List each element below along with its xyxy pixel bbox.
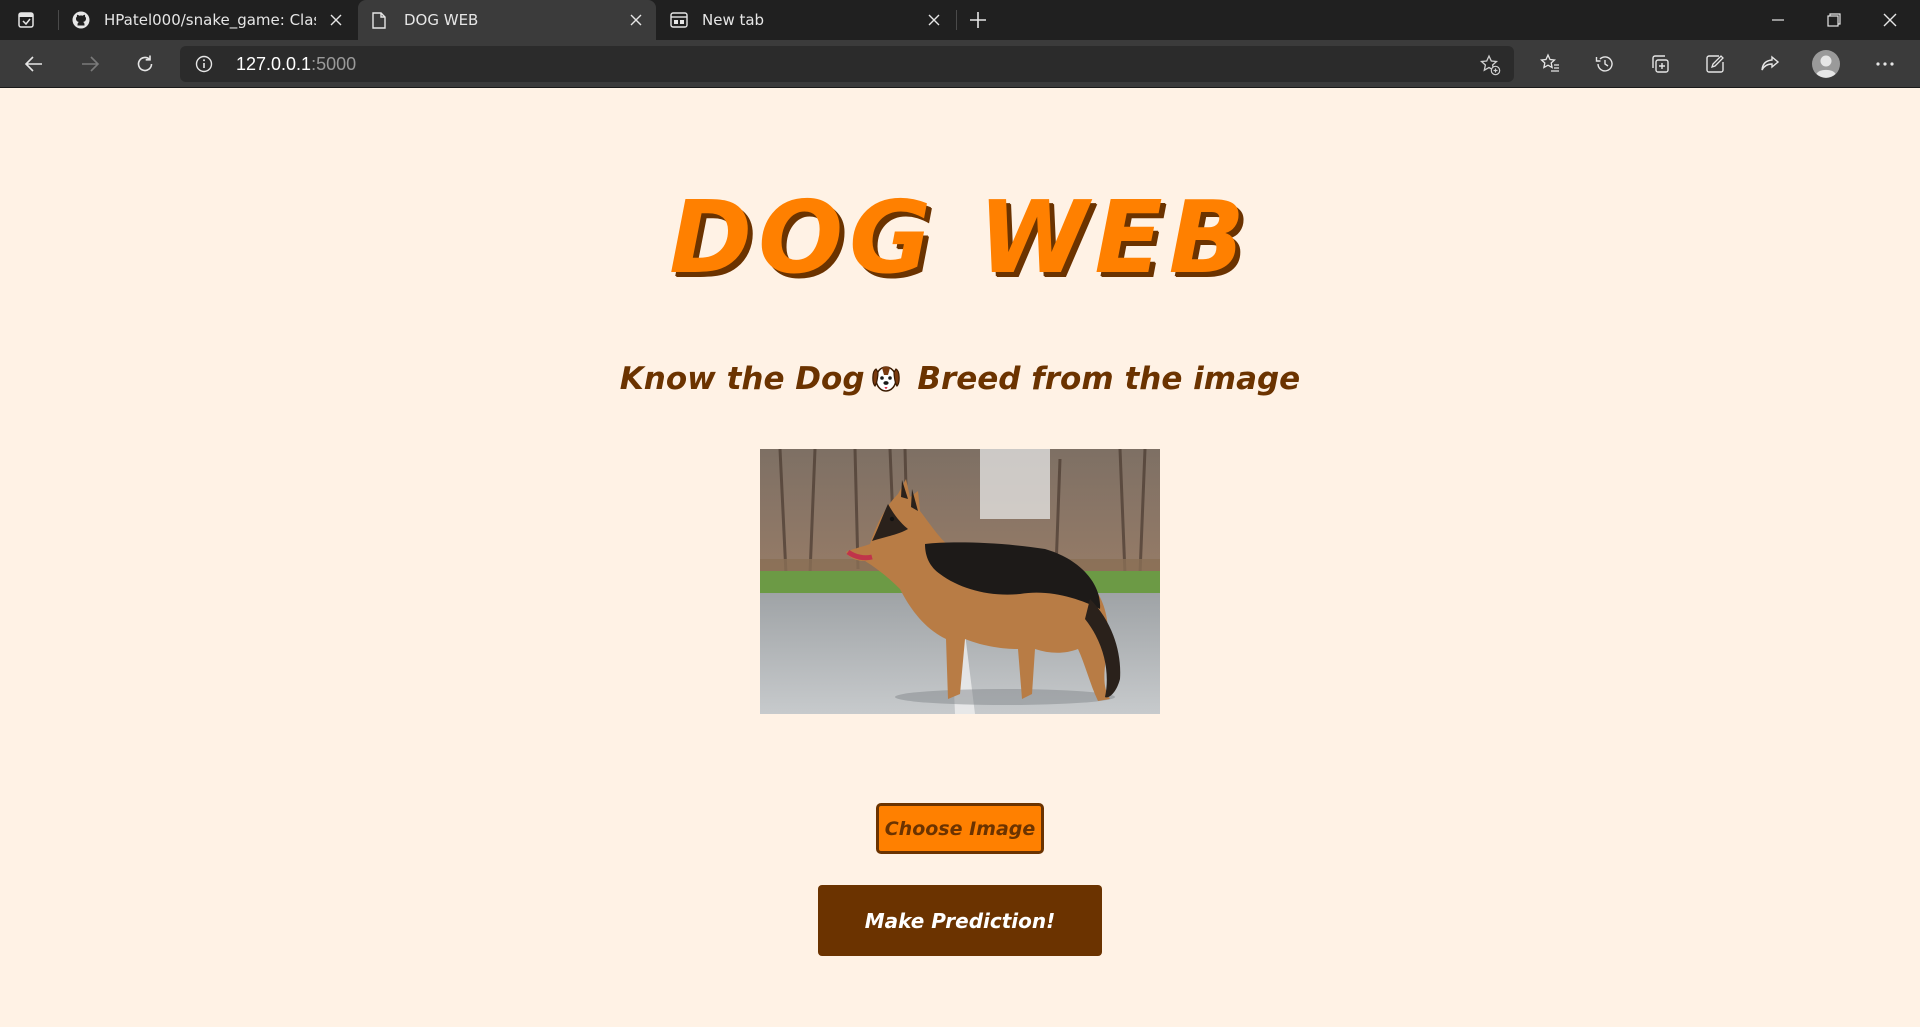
tab-bar: HPatel000/snake_game: Classic s DOG WEB … (0, 0, 1920, 40)
tab-github[interactable]: HPatel000/snake_game: Classic s (60, 0, 356, 40)
tab-dog-web[interactable]: DOG WEB (358, 0, 656, 40)
make-prediction-button[interactable]: Make Prediction! (818, 885, 1102, 956)
history-icon[interactable] (1587, 48, 1623, 80)
close-icon[interactable] (924, 10, 944, 30)
page-title: DOG WEB (669, 179, 1251, 296)
tab-actions-icon[interactable] (14, 8, 38, 32)
tab-separator (956, 10, 957, 30)
tab-title: DOG WEB (404, 11, 479, 29)
profile-avatar[interactable] (1808, 48, 1844, 80)
favorites-icon[interactable] (1532, 48, 1568, 80)
tab-new-tab[interactable]: New tab (658, 0, 954, 40)
address-bar[interactable]: 127.0.0.1:5000 (180, 46, 1514, 82)
url-host: 127.0.0.1 (236, 54, 312, 74)
new-tab-button[interactable] (964, 6, 992, 34)
back-icon[interactable] (16, 48, 52, 80)
subtitle-text-end: Breed from the image (906, 361, 1301, 397)
dog-face-icon (869, 361, 903, 395)
close-window-icon[interactable] (1862, 0, 1918, 40)
collections-icon[interactable] (1642, 48, 1678, 80)
close-icon[interactable] (626, 10, 646, 30)
refresh-icon[interactable] (127, 48, 163, 80)
page-subtitle: Know the Dog Breed from the image (0, 361, 1920, 397)
tab-title: New tab (702, 11, 765, 29)
page-icon (370, 11, 388, 29)
github-icon (72, 11, 90, 29)
page-content: DOG WEB Know the Dog Breed from the imag… (0, 89, 1920, 1027)
dog-photo (760, 449, 1160, 714)
forward-icon[interactable] (72, 48, 108, 80)
web-capture-icon[interactable] (1697, 48, 1733, 80)
url-port: :5000 (311, 54, 357, 74)
choose-image-button[interactable]: Choose Image (876, 803, 1044, 854)
url-text: 127.0.0.1:5000 (236, 54, 356, 75)
tab-title: HPatel000/snake_game: Classic s (104, 11, 316, 29)
add-favorite-icon[interactable] (1478, 53, 1502, 77)
restore-icon[interactable] (1806, 0, 1862, 40)
subtitle-text-start: Know the Dog (619, 361, 865, 397)
tab-separator (58, 10, 59, 30)
minimize-icon[interactable] (1750, 0, 1806, 40)
browser-toolbar: 127.0.0.1:5000 (0, 40, 1920, 88)
share-icon[interactable] (1752, 48, 1788, 80)
close-icon[interactable] (326, 10, 346, 30)
more-options-icon[interactable] (1867, 48, 1903, 80)
site-info-icon[interactable] (194, 54, 214, 74)
newtab-icon (670, 11, 688, 29)
